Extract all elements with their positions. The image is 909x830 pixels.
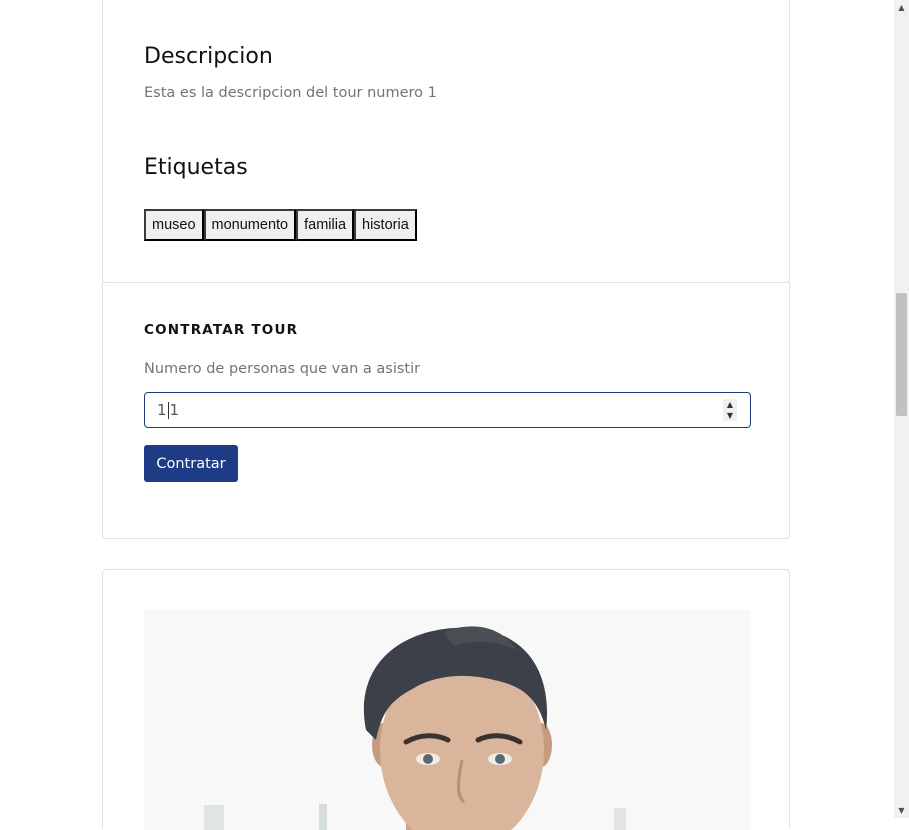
tag-familia[interactable]: familia — [296, 209, 355, 241]
tags-heading: Etiquetas — [144, 155, 248, 180]
tag-historia[interactable]: historia — [354, 209, 417, 241]
contract-tour-card: CONTRATAR TOUR Numero de personas que va… — [102, 282, 790, 539]
scroll-up-icon[interactable]: ▲ — [894, 0, 909, 15]
people-count-value: 11 — [157, 401, 180, 419]
number-spinner[interactable]: ▲ ▼ — [723, 399, 737, 421]
spinner-up-icon[interactable]: ▲ — [727, 400, 733, 409]
description-text: Esta es la descripcion del tour numero 1 — [144, 85, 437, 101]
portrait-photo-icon — [144, 610, 751, 830]
tags-list: museo monumento familia historia — [144, 209, 417, 241]
people-label: Numero de personas que van a asistir — [144, 361, 421, 377]
contratar-button[interactable]: Contratar — [144, 445, 238, 482]
contract-title: CONTRATAR TOUR — [144, 322, 299, 338]
scroll-down-icon[interactable]: ▼ — [894, 803, 909, 818]
scrollbar-thumb[interactable] — [896, 293, 907, 416]
guide-photo — [144, 610, 751, 830]
tag-museo[interactable]: museo — [144, 209, 204, 241]
tag-monumento[interactable]: monumento — [203, 209, 297, 241]
people-count-input[interactable]: 11 ▲ ▼ — [144, 392, 751, 428]
description-heading: Descripcion — [144, 44, 273, 69]
text-caret — [167, 402, 169, 419]
page-scrollbar[interactable]: ▲ ▼ — [894, 0, 909, 818]
tour-description-card: Descripcion Esta es la descripcion del t… — [102, 0, 790, 283]
guide-photo-card — [102, 569, 790, 830]
spinner-down-icon[interactable]: ▼ — [727, 411, 733, 420]
